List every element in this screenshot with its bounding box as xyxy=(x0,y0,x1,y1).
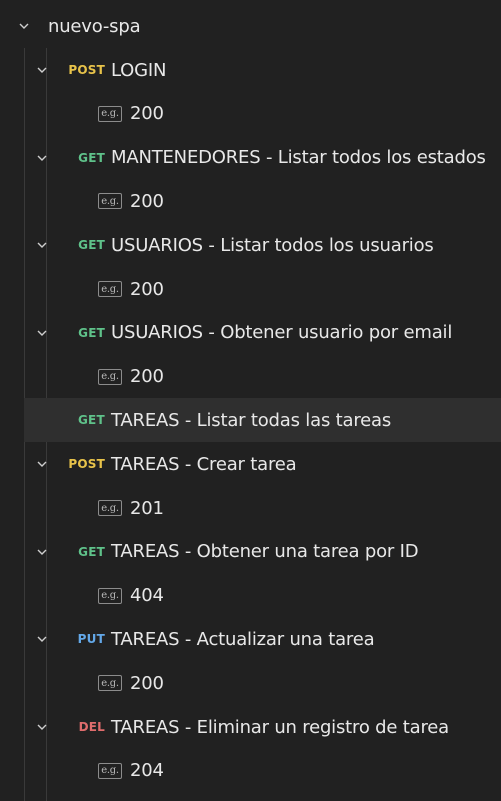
example-badge-icon: e.g. xyxy=(98,281,122,297)
chevron-down-icon[interactable] xyxy=(34,631,50,647)
method-tag: GET xyxy=(78,150,105,165)
chevron-down-icon[interactable] xyxy=(16,18,32,34)
request-row[interactable]: GET TAREAS - Listar todas las tareas xyxy=(24,398,501,443)
request-row[interactable]: GET TAREAS - Obtener una tarea por ID xyxy=(0,530,501,574)
request-row[interactable]: GET USUARIOS - Listar todos los usuarios xyxy=(0,223,501,267)
method-tag: POST xyxy=(68,457,105,472)
example-row[interactable]: e.g. 204 xyxy=(0,749,501,793)
request-row[interactable]: GET MANTENEDORES - Listar todos los estad… xyxy=(0,136,501,180)
chevron-down-icon[interactable] xyxy=(34,237,50,253)
example-row[interactable]: e.g. 200 xyxy=(0,355,501,399)
request-name: TAREAS - Eliminar un registro de tarea xyxy=(111,716,449,738)
collection-row[interactable]: nuevo-spa xyxy=(0,4,501,48)
chevron-down-icon[interactable] xyxy=(34,62,50,78)
method-tag: GET xyxy=(78,413,105,428)
method-tag: DEL xyxy=(78,720,105,734)
method-tag: GET xyxy=(78,325,105,340)
example-status: 204 xyxy=(130,760,164,782)
request-name: TAREAS - Actualizar una tarea xyxy=(111,628,375,650)
request-row[interactable]: POST LOGIN xyxy=(0,48,501,92)
request-name: TAREAS - Listar todas las tareas xyxy=(111,409,392,431)
chevron-down-icon[interactable] xyxy=(34,456,50,472)
request-name: USUARIOS - Obtener usuario por email xyxy=(111,322,453,344)
chevron-down-icon[interactable] xyxy=(34,544,50,560)
chevron-down-icon[interactable] xyxy=(34,719,50,735)
example-badge-icon: e.g. xyxy=(98,675,122,692)
chevron-down-icon[interactable] xyxy=(34,325,50,341)
collection-name: nuevo-spa xyxy=(48,15,141,37)
request-name: USUARIOS - Listar todos los usuarios xyxy=(111,234,434,256)
example-status: 200 xyxy=(130,278,164,300)
example-row[interactable]: e.g. 200 xyxy=(0,661,501,705)
request-row[interactable]: GET USUARIOS - Obtener usuario por email xyxy=(0,311,501,355)
example-badge-icon: e.g. xyxy=(98,500,122,516)
method-tag: GET xyxy=(78,238,105,253)
example-status: 200 xyxy=(130,672,164,694)
example-badge-icon: e.g. xyxy=(98,762,122,779)
example-badge-icon: e.g. xyxy=(98,368,122,385)
example-row[interactable]: e.g. 200 xyxy=(0,179,501,223)
request-name: TAREAS - Obtener una tarea por ID xyxy=(111,541,419,563)
request-name: TAREAS - Crear tarea xyxy=(111,453,297,475)
request-name: LOGIN xyxy=(111,59,167,81)
example-row[interactable]: e.g. 404 xyxy=(0,574,501,618)
method-tag: PUT xyxy=(77,632,105,647)
example-badge-icon: e.g. xyxy=(98,587,122,604)
request-row[interactable]: POST TAREAS - Crear tarea xyxy=(0,442,501,486)
example-badge-icon: e.g. xyxy=(98,105,122,122)
collection-tree: nuevo-spa POST LOGIN e.g. 200 GET MANTENEDORE… xyxy=(0,0,501,801)
example-row[interactable]: e.g. 200 xyxy=(0,267,501,311)
request-row[interactable]: PUT TAREAS - Actualizar una tarea xyxy=(0,617,501,661)
request-row[interactable]: DEL TAREAS - Eliminar un registro de tare… xyxy=(0,705,501,749)
example-row[interactable]: e.g. 201 xyxy=(0,486,501,530)
example-row[interactable]: e.g. 200 xyxy=(0,92,501,136)
example-status: 404 xyxy=(130,585,164,607)
method-tag: POST xyxy=(68,63,105,77)
request-name: MANTENEDORES - Listar todos los estados xyxy=(111,147,486,169)
example-badge-icon: e.g. xyxy=(98,193,122,210)
example-status: 200 xyxy=(130,366,164,388)
method-tag: GET xyxy=(78,544,105,559)
example-status: 201 xyxy=(130,497,164,519)
example-status: 200 xyxy=(130,103,164,125)
chevron-down-icon[interactable] xyxy=(34,150,50,166)
example-status: 200 xyxy=(130,190,164,212)
